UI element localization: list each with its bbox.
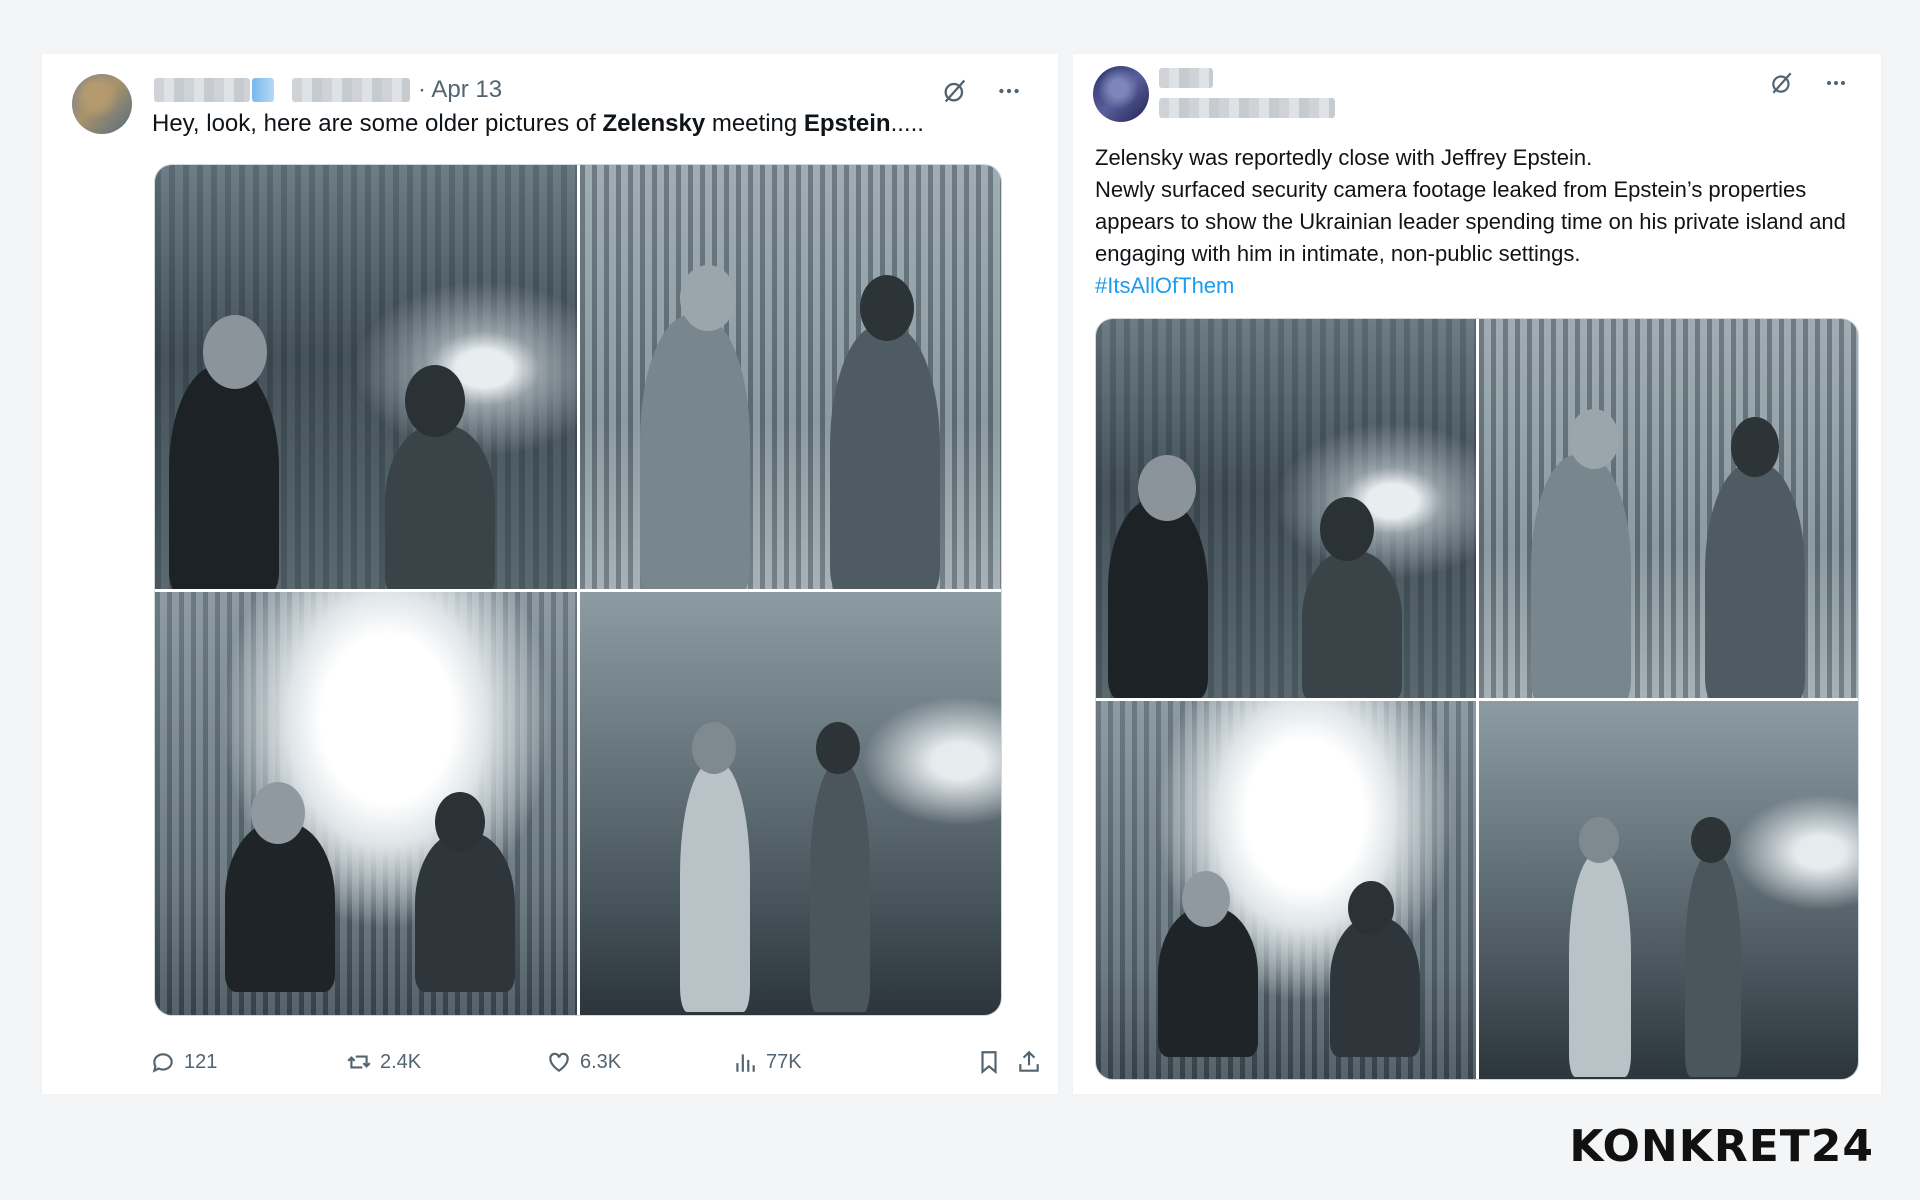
photo-4[interactable] xyxy=(579,591,1001,1015)
share-icon xyxy=(1019,1050,1039,1072)
person-head xyxy=(1320,497,1374,561)
blurred-username xyxy=(292,78,410,102)
post-text: Zelensky was reportedly close with Jeffr… xyxy=(1095,142,1865,302)
photo-4[interactable] xyxy=(1478,700,1858,1079)
bookmark-button[interactable] xyxy=(976,1049,1002,1075)
reply-count: 121 xyxy=(184,1050,218,1073)
person-head xyxy=(859,275,914,341)
person-figure xyxy=(1704,463,1805,698)
post-action-bar: 121 2.4K 6.3K 77K xyxy=(150,1044,1039,1080)
person-figure xyxy=(169,365,279,589)
person-figure xyxy=(1108,499,1208,698)
person-figure xyxy=(829,325,940,589)
person-figure xyxy=(679,761,750,1012)
blurred-verified-badge xyxy=(252,78,274,102)
post-top-actions xyxy=(940,76,1024,106)
person-head xyxy=(1348,880,1394,935)
blurred-display-name xyxy=(154,78,250,102)
like-count: 6.3K xyxy=(580,1050,622,1073)
bookmark-icon xyxy=(981,1051,997,1075)
like-icon xyxy=(549,1052,569,1072)
post-text-line-1: Zelensky was reportedly close with Jeffr… xyxy=(1095,145,1593,170)
person-figure xyxy=(1302,551,1402,698)
photo-1[interactable] xyxy=(1096,319,1476,698)
post-top-actions xyxy=(1767,68,1851,98)
person-figure xyxy=(809,761,870,1012)
konkret24-logo: KONKRET24 xyxy=(1569,1121,1874,1172)
person-head xyxy=(1568,409,1619,469)
photo-grid xyxy=(1095,318,1859,1080)
person-figure xyxy=(1530,455,1631,698)
post-text: Hey, look, here are some older pictures … xyxy=(152,110,1032,138)
photo-grid xyxy=(154,164,1002,1016)
avatar[interactable] xyxy=(72,74,132,134)
person-figure xyxy=(639,315,750,589)
hashtag-link[interactable]: #ItsAllOfThem xyxy=(1095,270,1865,302)
person-head xyxy=(1578,816,1619,863)
post-text-middle: meeting xyxy=(705,110,804,137)
post-text-bold-name: Zelensky xyxy=(602,110,706,137)
like-button[interactable]: 6.3K xyxy=(546,1049,621,1075)
person-head xyxy=(405,365,465,437)
more-icon[interactable] xyxy=(994,76,1024,106)
person-head xyxy=(691,721,736,774)
person-head xyxy=(1138,455,1196,521)
post-text-bold-name-2: Epstein xyxy=(803,110,891,137)
post-text-suffix: ..... xyxy=(890,110,924,137)
repost-icon xyxy=(347,1055,371,1069)
grok-icon[interactable] xyxy=(1767,68,1797,98)
person-head xyxy=(1730,417,1779,477)
person-head xyxy=(679,265,736,331)
person-head xyxy=(1690,816,1731,863)
photo-3[interactable] xyxy=(155,591,577,1015)
person-figure xyxy=(1158,906,1258,1057)
person-figure xyxy=(385,425,495,589)
person-head xyxy=(1182,870,1230,927)
post-card-2: Zelensky was reportedly close with Jeffr… xyxy=(1073,54,1881,1094)
repost-count: 2.4K xyxy=(380,1050,422,1073)
repost-button[interactable]: 2.4K xyxy=(346,1049,421,1075)
photo-2[interactable] xyxy=(1478,319,1858,698)
share-button[interactable] xyxy=(1016,1049,1042,1075)
blurred-username xyxy=(1159,98,1335,118)
views-button[interactable]: 77K xyxy=(732,1049,802,1075)
post-card-1: · Apr 13 Hey, look, here are some older … xyxy=(42,54,1058,1094)
person-figure xyxy=(415,831,515,992)
views-count: 77K xyxy=(766,1050,802,1073)
person-head xyxy=(203,315,267,389)
person-figure xyxy=(1568,852,1631,1077)
person-head xyxy=(435,791,485,852)
photo-3[interactable] xyxy=(1096,700,1476,1079)
reply-icon xyxy=(152,1053,173,1073)
person-figure xyxy=(225,821,335,992)
grok-icon[interactable] xyxy=(940,76,970,106)
views-icon xyxy=(736,1054,755,1072)
person-figure xyxy=(1330,916,1420,1057)
photo-1[interactable] xyxy=(155,165,577,589)
person-head xyxy=(251,781,305,844)
person-head xyxy=(815,721,860,774)
more-icon[interactable] xyxy=(1821,68,1851,98)
person-figure xyxy=(1684,852,1741,1077)
avatar[interactable] xyxy=(1093,66,1149,122)
post-text-line-2: Newly surfaced security camera footage l… xyxy=(1095,177,1846,266)
post-date[interactable]: · Apr 13 xyxy=(418,76,502,104)
reply-button[interactable]: 121 xyxy=(150,1049,217,1075)
blurred-display-name xyxy=(1159,68,1213,88)
photo-2[interactable] xyxy=(579,165,1001,589)
post-text-prefix: Hey, look, here are some older pictures … xyxy=(152,110,603,137)
